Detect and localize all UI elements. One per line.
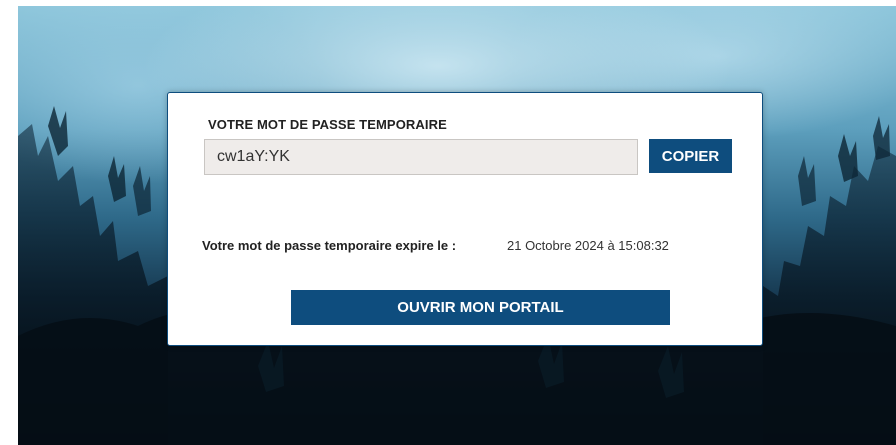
temporary-password-field[interactable] — [204, 139, 638, 175]
password-label: VOTRE MOT DE PASSE TEMPORAIRE — [208, 117, 447, 132]
copy-button[interactable]: COPIER — [649, 139, 732, 173]
open-portal-button[interactable]: OUVRIR MON PORTAIL — [291, 290, 670, 325]
temporary-password-card: VOTRE MOT DE PASSE TEMPORAIRE COPIER Vot… — [167, 92, 763, 346]
expiry-label: Votre mot de passe temporaire expire le … — [202, 238, 457, 253]
expiry-date: 21 Octobre 2024 à 15:08:32 — [507, 238, 669, 253]
